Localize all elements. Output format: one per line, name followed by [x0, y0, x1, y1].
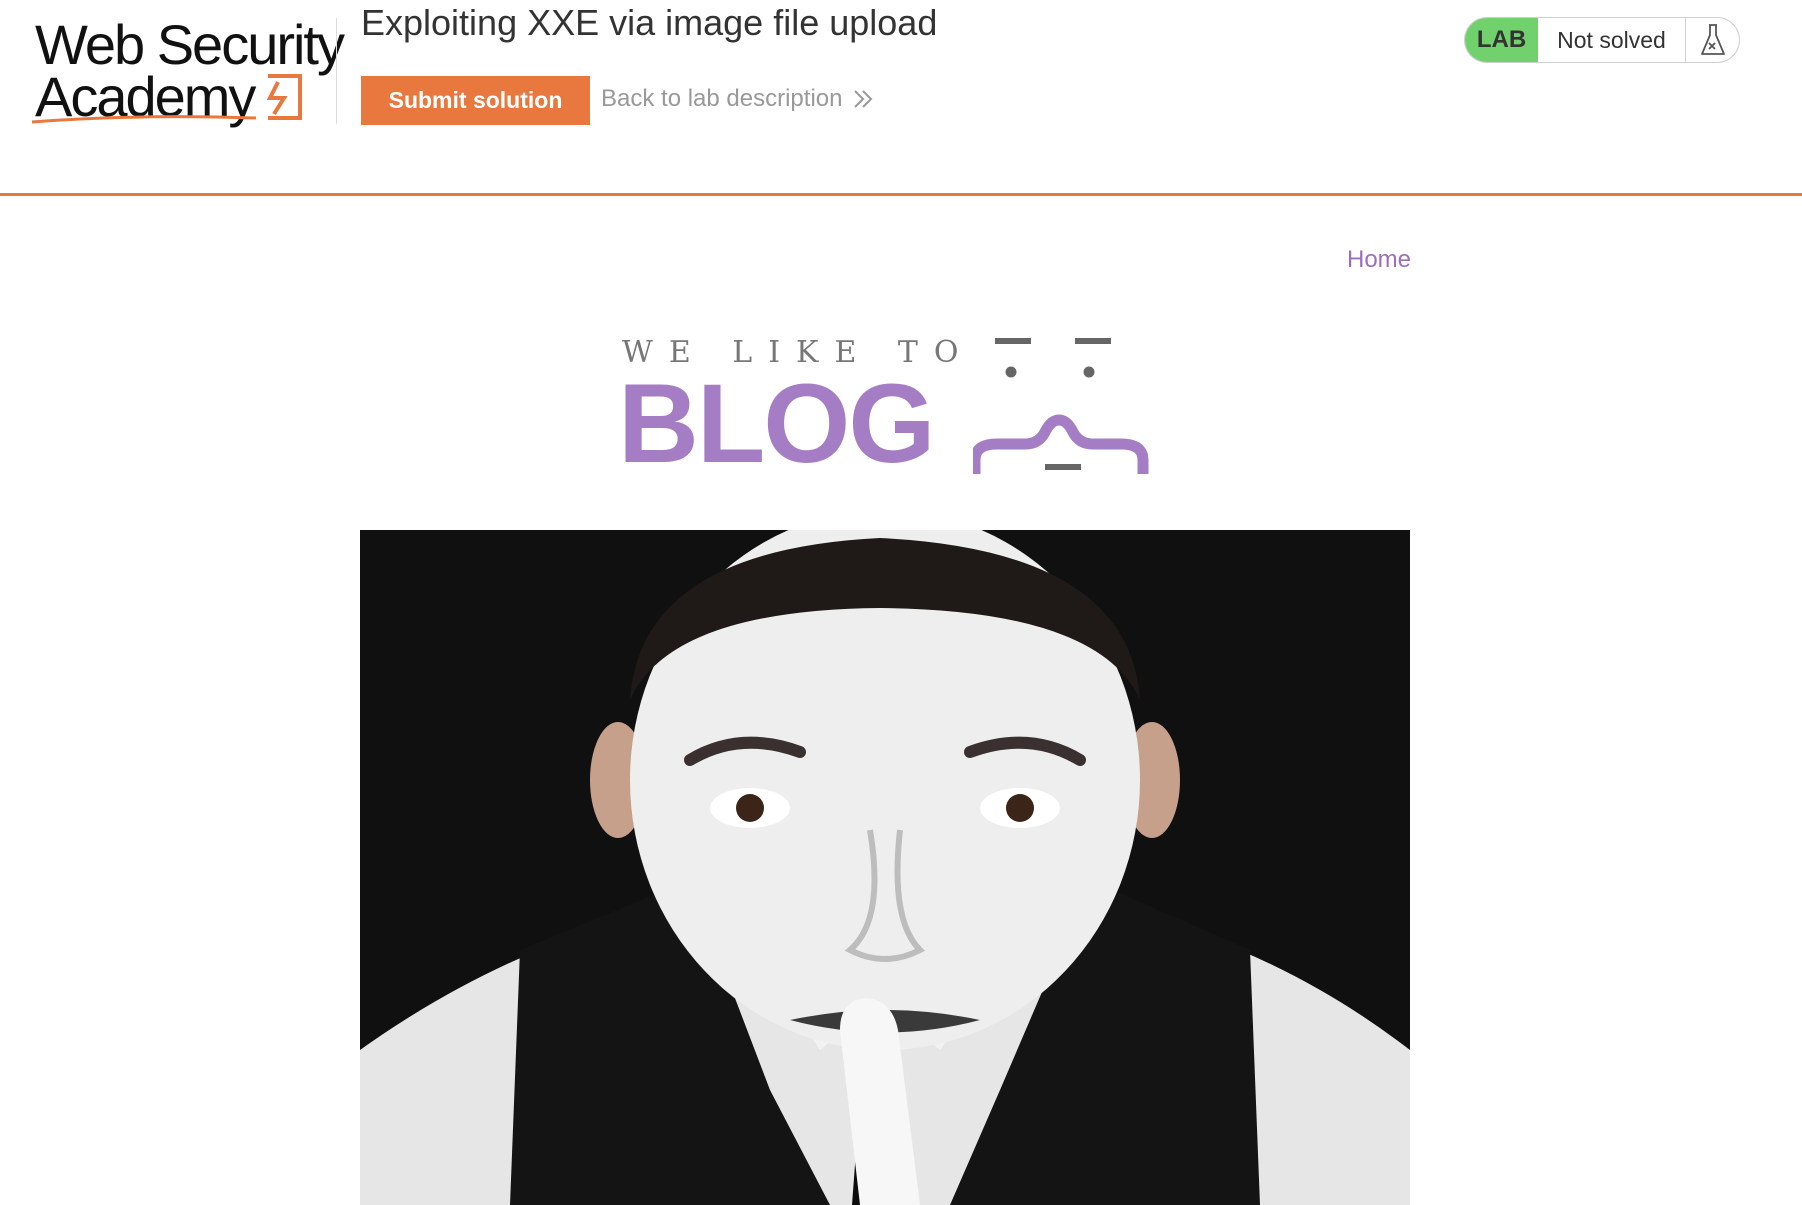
lab-status-text: Not solved [1538, 18, 1686, 62]
lab-status-widget: LAB Not solved [1464, 17, 1740, 63]
lab-flask-wrapper [1686, 18, 1739, 62]
back-to-lab-description-link[interactable]: Back to lab description [601, 85, 874, 113]
web-security-academy-logo[interactable]: Web Security Academy [28, 12, 345, 128]
blog-banner: WE LIKE TO BLOG [618, 330, 1158, 480]
academy-header: Web Security Academy Exploiting XXE via … [0, 0, 1802, 196]
double-chevron-right-icon [854, 90, 873, 108]
banner-blog-word: BLOG [618, 361, 936, 486]
flask-icon [1700, 24, 1725, 55]
mime-portrait-illustration [360, 530, 1410, 1205]
nav-home-link[interactable]: Home [1347, 246, 1411, 274]
header-divider [336, 18, 337, 124]
page: Web Security Academy Exploiting XXE via … [0, 0, 1802, 1205]
back-link-label: Back to lab description [601, 85, 843, 112]
blog-post-image[interactable] [360, 530, 1410, 1205]
curly-brace-face-icon [973, 338, 1149, 474]
submit-solution-button[interactable]: Submit solution [361, 76, 590, 125]
lightning-bolt-icon [266, 74, 302, 120]
logo-underline [31, 115, 257, 124]
lab-badge-label: LAB [1465, 18, 1538, 62]
lab-title: Exploiting XXE via image file upload [361, 2, 938, 43]
